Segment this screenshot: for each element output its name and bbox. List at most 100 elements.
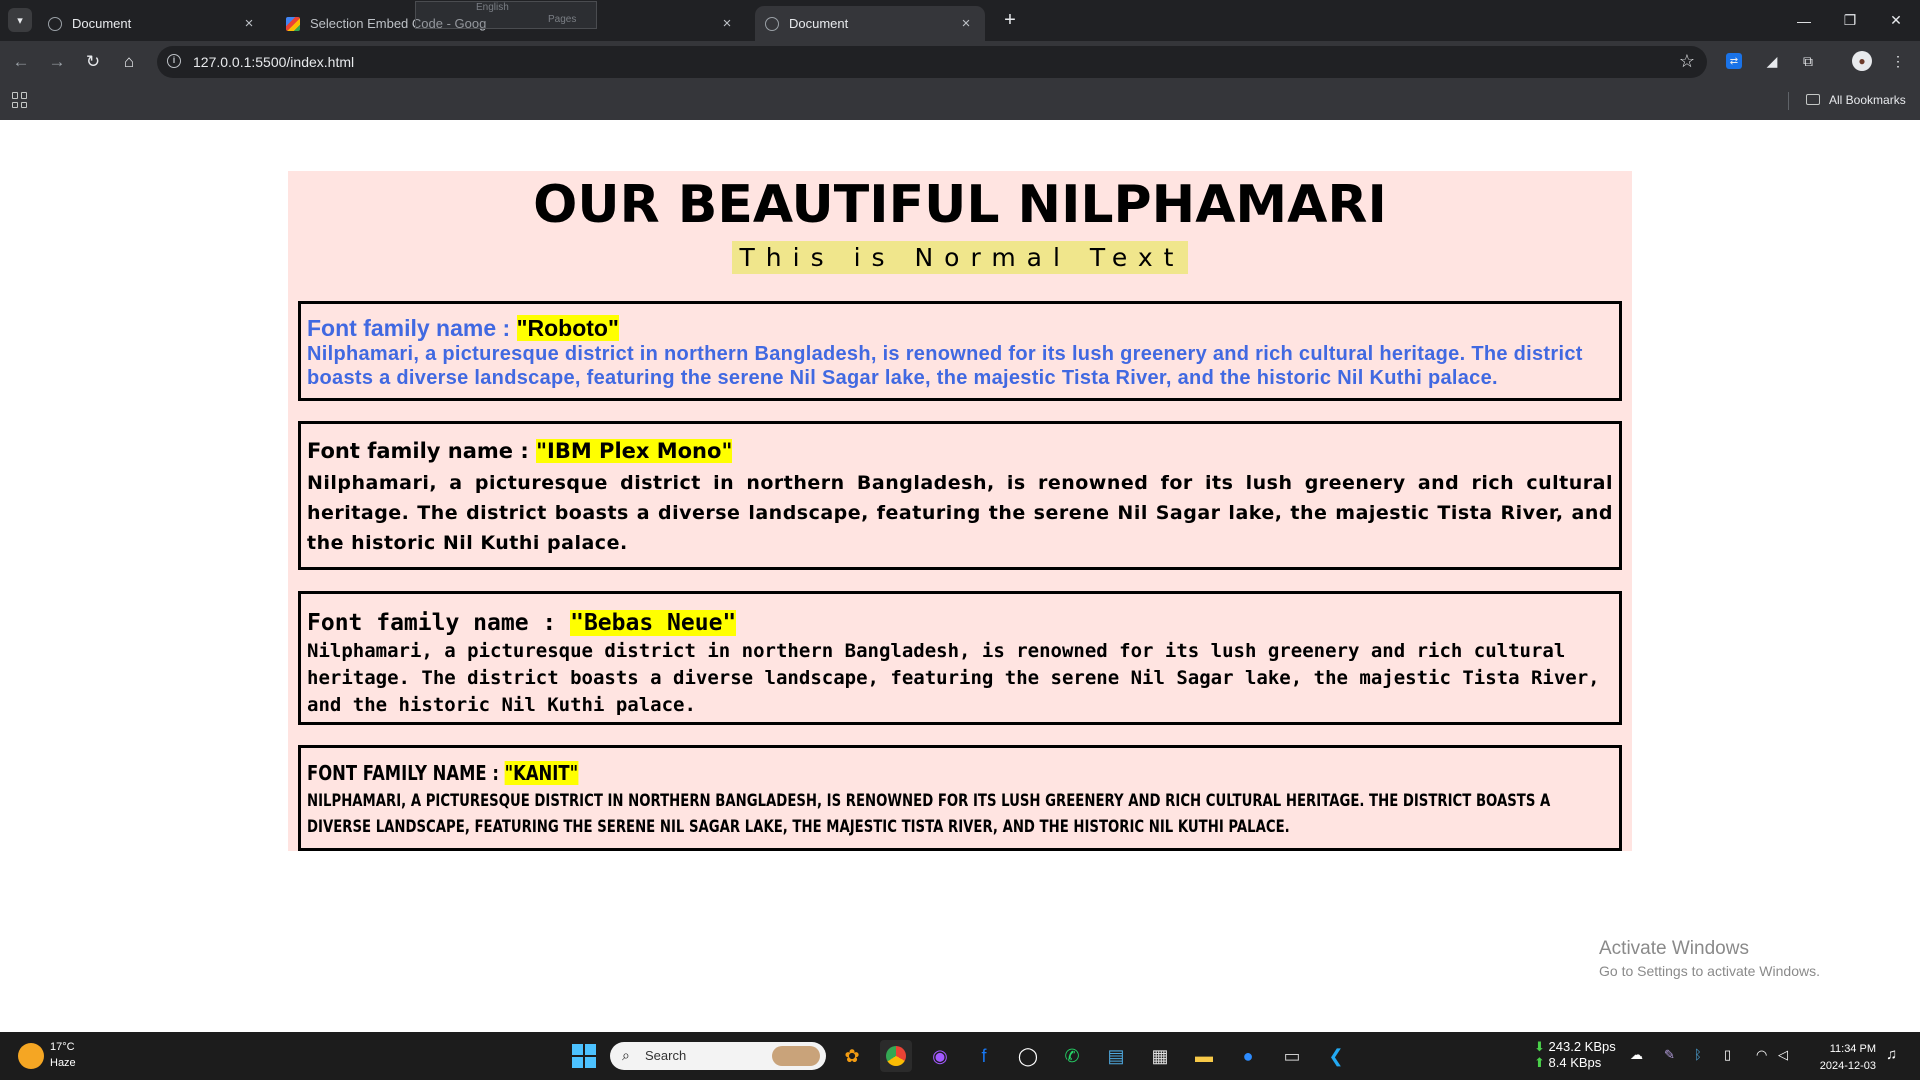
network-speed-widget[interactable]: ⬇ 243.2 KBps ⬆ 8.4 KBps	[1534, 1039, 1616, 1071]
browser-toolbar: ← → ↻ ⌂ i 127.0.0.1:5500/index.html ☆ ⇄ …	[0, 41, 1920, 83]
globe-icon	[765, 16, 779, 31]
whatsapp-icon[interactable]: ✆	[1056, 1040, 1088, 1072]
extension-icon[interactable]: ◢	[1762, 51, 1782, 71]
weather-temperature[interactable]: 17°C	[50, 1041, 75, 1053]
file-explorer-icon[interactable]: ▬	[1188, 1040, 1220, 1072]
font-name-highlight: "IBM Plex Mono"	[536, 439, 733, 463]
net-up-speed: 8.4 KBps	[1548, 1055, 1602, 1070]
heading-label: Font family name :	[307, 761, 505, 785]
copilot-icon[interactable]: ✿	[836, 1040, 868, 1072]
apps-grid-icon[interactable]	[12, 92, 28, 108]
bookmarks-bar: All Bookmarks	[0, 83, 1920, 120]
store-icon[interactable]: ▦	[1144, 1040, 1176, 1072]
new-tab-button[interactable]: +	[996, 6, 1024, 34]
card-paragraph: Nilphamari, a picturesque district in no…	[307, 640, 1600, 716]
taskbar-search[interactable]: ⌕ Search	[610, 1042, 826, 1070]
card-paragraph: Nilphamari, a picturesque district in no…	[307, 343, 1583, 389]
search-icon: ⌕	[622, 1047, 630, 1063]
pen-icon[interactable]: ✎	[1664, 1047, 1675, 1063]
subtitle: This is Normal Text	[731, 241, 1189, 274]
heading-label: Font family name :	[307, 315, 517, 341]
dragged-tab-preview: English Pages	[415, 1, 597, 29]
font-card-bebas-neue: Font family name : "Bebas Neue" Nilphama…	[298, 591, 1622, 725]
home-icon[interactable]: ⌂	[116, 49, 142, 75]
wifi-icon[interactable]: ◠	[1756, 1047, 1767, 1063]
search-label: Search	[645, 1048, 687, 1063]
tab-strip: ▾ Document × Selection Embed Code - Goog…	[0, 0, 1920, 41]
card-heading: Font family name : "Kanit"	[307, 758, 1378, 788]
watermark-title: Activate Windows	[1599, 938, 1749, 959]
close-window-button[interactable]: ✕	[1873, 0, 1919, 41]
volume-icon[interactable]: ◁	[1778, 1047, 1788, 1063]
clock-time: 11:34 PM	[1829, 1043, 1876, 1055]
restore-button[interactable]: ❐	[1827, 0, 1873, 41]
bluetooth-icon[interactable]: ᛒ	[1694, 1047, 1702, 1062]
folder-icon[interactable]	[1806, 94, 1820, 105]
upload-arrow-icon: ⬆	[1534, 1055, 1545, 1070]
tab-search-dropdown-icon[interactable]: ▾	[8, 8, 32, 32]
bookmarks-divider	[1788, 92, 1789, 110]
bookmark-star-icon[interactable]: ☆	[1679, 51, 1695, 72]
search-highlight-image	[772, 1046, 820, 1066]
card-paragraph: Nilphamari, a picturesque district in no…	[307, 472, 1613, 554]
menu-kebab-icon[interactable]: ⋮	[1888, 51, 1908, 71]
watermark-subtitle: Go to Settings to activate Windows.	[1599, 963, 1820, 979]
subtitle-wrapper: This is Normal Text	[288, 241, 1632, 274]
font-card-roboto: Font family name : "Roboto" Nilphamari, …	[298, 301, 1622, 401]
profile-avatar-icon[interactable]: ●	[1852, 51, 1872, 71]
tab-title: Document	[789, 16, 849, 31]
heading-label: Font family name :	[307, 439, 537, 463]
font-card-kanit: Font family name : "Kanit" Nilphamari, a…	[298, 745, 1622, 851]
card-heading: Font family name : "Bebas Neue"	[307, 608, 1613, 638]
app-circle-icon[interactable]: ◯	[1012, 1040, 1044, 1072]
windows-start-icon[interactable]	[568, 1040, 600, 1072]
card-paragraph: Nilphamari, a picturesque district in no…	[307, 791, 1551, 837]
google-icon	[286, 16, 300, 31]
ghost-tab-text: English	[476, 2, 509, 13]
onedrive-icon[interactable]: ☁	[1630, 1047, 1643, 1063]
messenger-icon[interactable]: ◉	[924, 1040, 956, 1072]
tab-document-active[interactable]: Document ×	[755, 6, 985, 41]
extension-translate-icon[interactable]: ⇄	[1726, 53, 1742, 69]
heading-label: Font family name :	[307, 610, 571, 636]
tab-document-1[interactable]: Document ×	[38, 6, 268, 41]
address-bar[interactable]: i 127.0.0.1:5500/index.html ☆	[157, 46, 1707, 78]
tab-title: Document	[72, 16, 132, 31]
terminal-icon[interactable]: ▭	[1276, 1040, 1308, 1072]
page-title: OUR BEAUTIFUL NILPHAMARI	[533, 175, 1387, 235]
notepad-icon[interactable]: ▤	[1100, 1040, 1132, 1072]
all-bookmarks-link[interactable]: All Bookmarks	[1829, 93, 1906, 107]
extensions-puzzle-icon[interactable]: ⧉	[1798, 51, 1818, 71]
clock-date: 2024-12-03	[1819, 1060, 1876, 1072]
notification-bell-icon[interactable]: ♫	[1886, 1046, 1897, 1063]
back-arrow-icon[interactable]: ←	[8, 49, 34, 75]
vscode-icon[interactable]: ❮	[1320, 1040, 1352, 1072]
font-card-ibm-plex-mono: Font family name : "IBM Plex Mono" Nilph…	[298, 421, 1622, 570]
card-heading: Font family name : "IBM Plex Mono"	[307, 436, 1613, 466]
net-down-speed: 243.2 KBps	[1548, 1039, 1616, 1054]
site-info-icon[interactable]: i	[167, 54, 181, 68]
taskbar: 17°C Haze ⌕ Search ✿ ◉ f ◯ ✆ ▤ ▦ ▬ ● ▭ ❮…	[0, 1032, 1920, 1080]
weather-haze-icon[interactable]	[18, 1043, 44, 1069]
close-tab-icon[interactable]: ×	[957, 15, 975, 32]
url-text[interactable]: 127.0.0.1:5500/index.html	[193, 54, 354, 70]
font-name-highlight: "Bebas Neue"	[570, 610, 737, 636]
battery-icon[interactable]: ▯	[1724, 1047, 1731, 1063]
minimize-button[interactable]: —	[1781, 0, 1827, 41]
reload-icon[interactable]: ↻	[80, 49, 106, 75]
activate-windows-watermark: Activate Windows Go to Settings to activ…	[1599, 938, 1820, 979]
forward-arrow-icon[interactable]: →	[44, 49, 70, 75]
ghost-tab-text: Pages	[548, 14, 577, 25]
card-heading: Font family name : "Roboto"	[307, 314, 1613, 342]
weather-condition[interactable]: Haze	[50, 1057, 76, 1069]
download-arrow-icon: ⬇	[1534, 1039, 1545, 1054]
close-tab-icon[interactable]: ×	[718, 15, 736, 32]
facebook-icon[interactable]: f	[968, 1040, 1000, 1072]
close-tab-icon[interactable]: ×	[240, 15, 258, 32]
font-name-highlight: "Kanit"	[504, 761, 579, 785]
zoom-icon[interactable]: ●	[1232, 1040, 1264, 1072]
font-name-highlight: "Roboto"	[516, 315, 619, 341]
system-clock[interactable]: 11:34 PM 2024-12-03	[1812, 1041, 1876, 1075]
globe-icon	[48, 16, 62, 31]
chrome-icon[interactable]	[880, 1040, 912, 1072]
